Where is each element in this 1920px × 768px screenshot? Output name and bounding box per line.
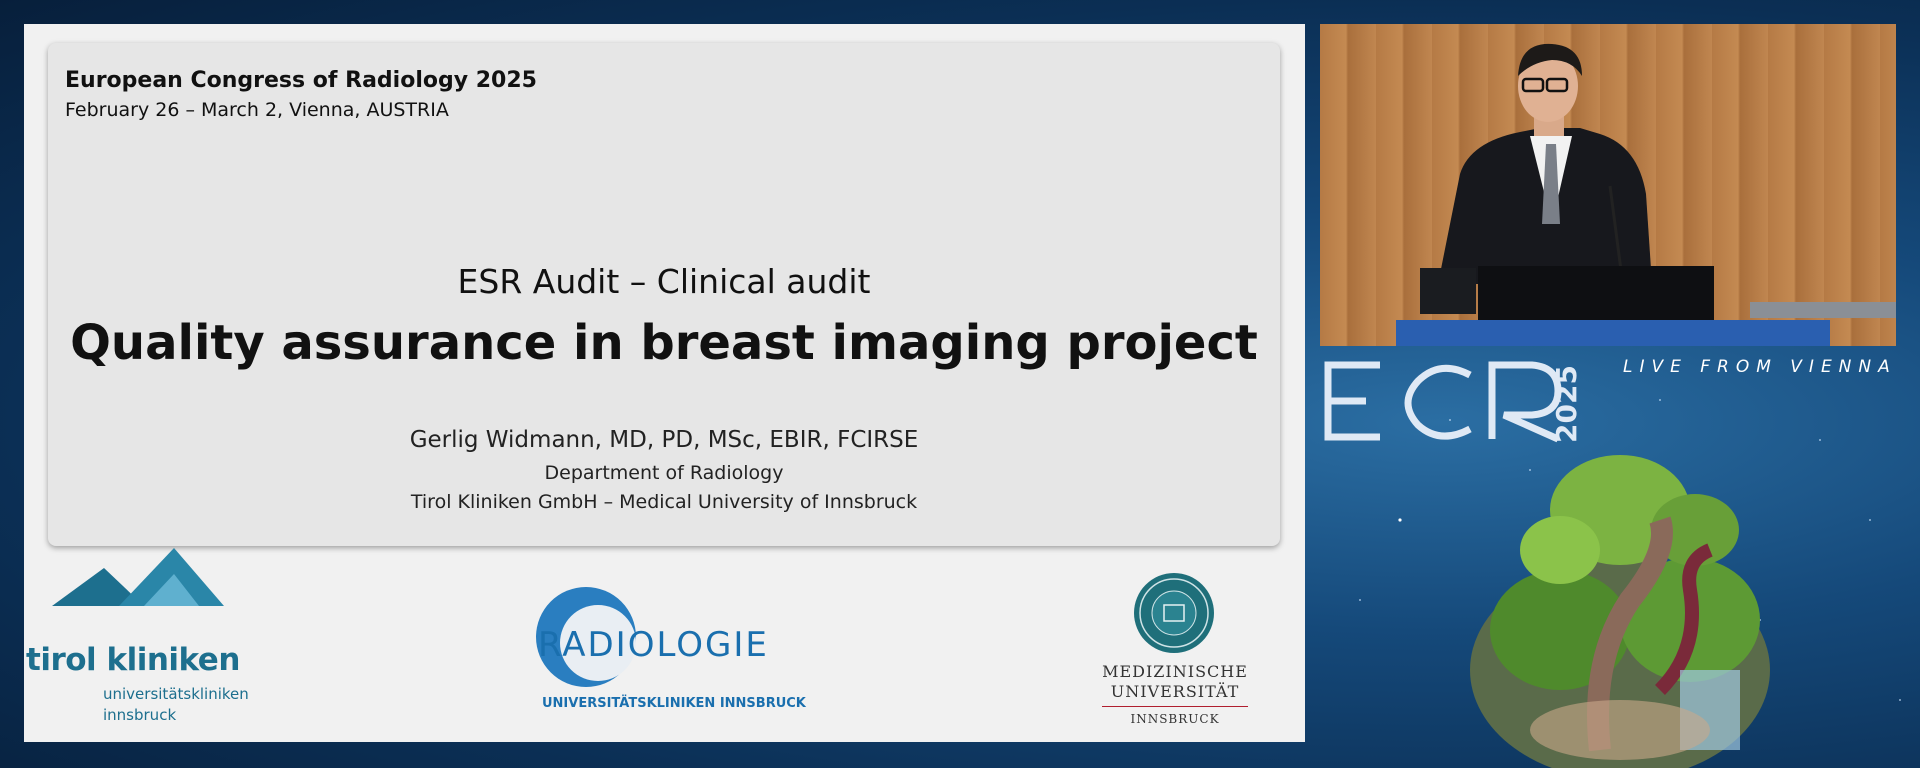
conference-date: February 26 – March 2, Vienna, AUSTRIA [65, 99, 449, 121]
speaker-video-feed [1320, 24, 1896, 346]
earth-tree-illustration [1470, 455, 1770, 768]
tirol-kliniken-subline-2: innsbruck [103, 706, 177, 724]
med-uni-line-1: MEDIZINISCHE [1102, 662, 1248, 681]
live-from-vienna-tagline: LIVE FROM VIENNA [1623, 357, 1897, 377]
med-uni-line-2: UNIVERSITÄT [1110, 682, 1240, 701]
tirol-kliniken-logo: tirol kliniken universitätskliniken inns… [24, 548, 254, 724]
radiologie-subline: UNIVERSITÄTSKLINIKEN INNSBRUCK [542, 696, 806, 711]
radiologie-wordmark: RADIOLOGIE [538, 625, 769, 665]
conference-name: European Congress of Radiology 2025 [65, 68, 537, 93]
speaker-figure [1396, 43, 1896, 346]
author-department: Department of Radiology [544, 462, 784, 484]
radiologie-logo: RADIOLOGIE UNIVERSITÄTSKLINIKEN INNSBRUC… [510, 585, 806, 715]
university-seal-icon [1134, 573, 1214, 653]
med-uni-divider [1102, 706, 1248, 707]
slide-title: Quality assurance in breast imaging proj… [70, 315, 1258, 371]
med-uni-logo: MEDIZINISCHE UNIVERSITÄT INNSBRUCK [1080, 572, 1270, 732]
author-institution: Tirol Kliniken GmbH – Medical University… [410, 491, 918, 513]
author-name: Gerlig Widmann, MD, PD, MSc, EBIR, FCIRS… [409, 427, 919, 453]
title-card: European Congress of Radiology 2025 Febr… [48, 43, 1280, 546]
slide-subtitle: ESR Audit – Clinical audit [457, 262, 871, 301]
mountain-logo-icon [52, 548, 224, 606]
med-uni-line-3: INNSBRUCK [1130, 712, 1220, 726]
tirol-kliniken-subline-1: universitätskliniken [103, 685, 249, 703]
tirol-kliniken-name: tirol kliniken [26, 642, 240, 678]
